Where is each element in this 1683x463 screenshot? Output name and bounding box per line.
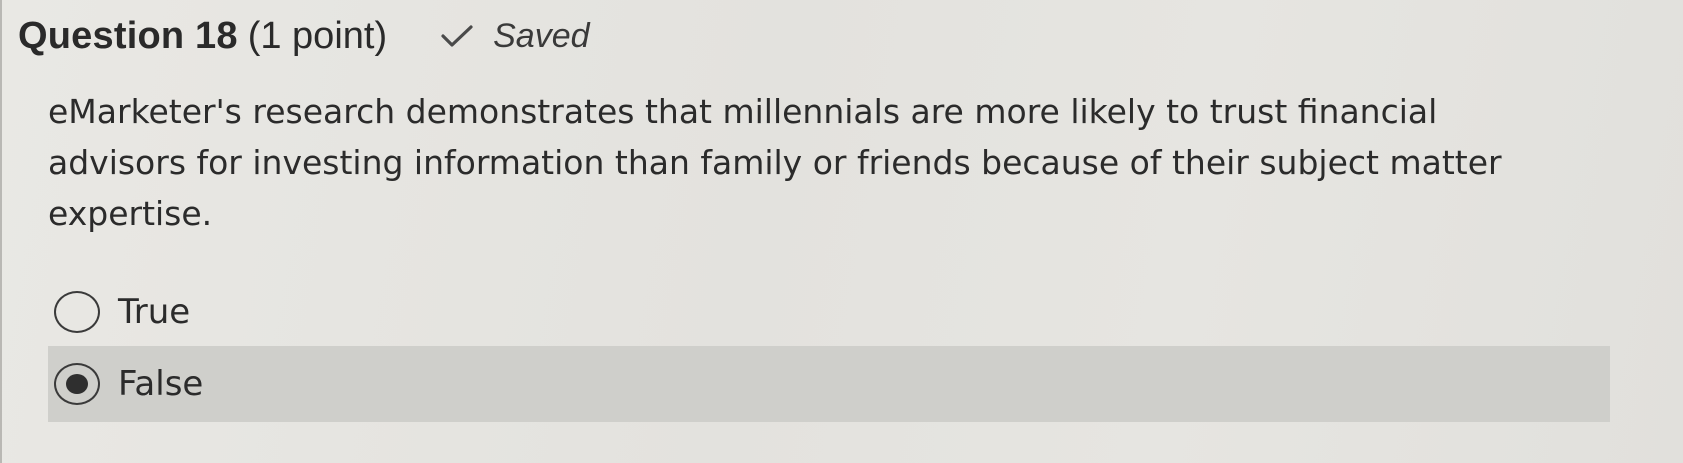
option-true-label: True <box>118 292 191 332</box>
option-false-label: False <box>118 364 204 404</box>
question-text: eMarketer's research demonstrates that m… <box>48 92 1502 233</box>
checkmark-icon <box>441 25 473 47</box>
radio-false[interactable] <box>54 363 100 405</box>
option-false[interactable]: False <box>48 346 1610 422</box>
window-edge <box>0 0 2 463</box>
radio-true[interactable] <box>54 291 100 333</box>
quiz-screen: Question 18 (1 point) Saved eMarketer's … <box>0 0 1683 463</box>
saved-label: Saved <box>493 16 590 55</box>
option-true[interactable]: True <box>48 276 1610 348</box>
question-title: Question 18 <box>18 14 238 57</box>
question-header: Question 18 (1 point) Saved <box>18 6 590 66</box>
question-points: (1 point) <box>247 14 388 57</box>
save-status: Saved <box>437 16 590 56</box>
radio-selected-dot <box>66 374 88 394</box>
